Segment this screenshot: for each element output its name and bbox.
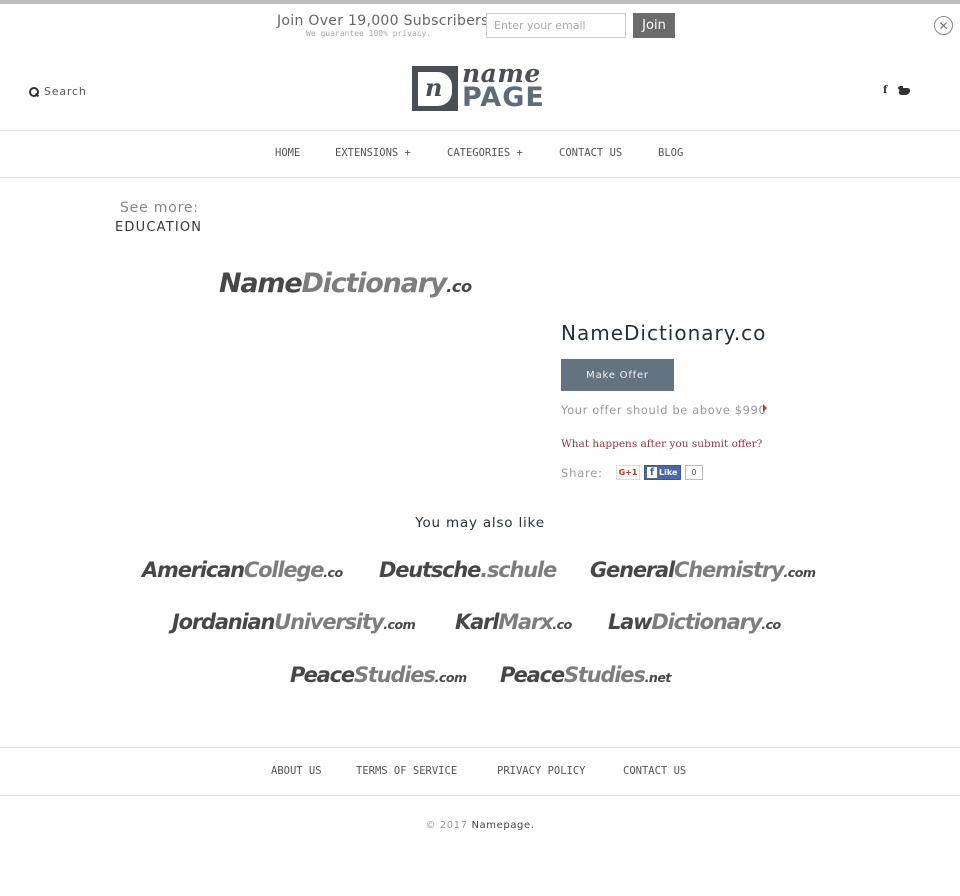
search-link[interactable]: Search (29, 85, 87, 98)
nav-blog[interactable]: BLOG (658, 147, 683, 159)
nav-home[interactable]: HOME (275, 147, 300, 159)
logo-letter: n (425, 73, 443, 102)
offer-help-link[interactable]: What happens after you submit offer? (561, 438, 762, 450)
related-domain[interactable]: LawDictionary.co (608, 612, 781, 633)
related-domain[interactable]: PeaceStudies.net (500, 665, 671, 686)
subscribe-bar: Join Over 19,000 Subscribers We guarante… (0, 12, 960, 42)
join-button[interactable]: Join (633, 13, 675, 38)
related-domain[interactable]: GeneralChemistry.com (590, 560, 816, 581)
copyright-brand-link[interactable]: Namepage. (471, 820, 534, 831)
related-title: You may also like (415, 515, 545, 531)
search-label: Search (44, 85, 87, 98)
search-icon (29, 86, 39, 97)
nav-categories[interactable]: CATEGORIES + (447, 147, 523, 159)
footer-contact-us[interactable]: CONTACT US (623, 765, 686, 777)
related-domain[interactable]: JordanianUniversity.com (172, 612, 416, 633)
footer-about-us[interactable]: ABOUT US (271, 765, 322, 777)
google-plus-button[interactable]: G+1 (616, 465, 640, 480)
footer-privacy-policy[interactable]: PRIVACY POLICY (497, 765, 586, 777)
copyright-text: © 2017 (425, 820, 468, 831)
offer-note: Your offer should be above $990 (561, 403, 767, 417)
related-domain[interactable]: AmericanCollege.co (142, 560, 343, 581)
subscribe-title: Join Over 19,000 Subscribers (277, 13, 489, 29)
make-offer-button[interactable]: Make Offer (561, 359, 674, 391)
domain-title: NameDictionary.co (561, 321, 767, 345)
see-more-label: See more: (120, 200, 199, 216)
footer-terms-of-service[interactable]: TERMS OF SERVICE (356, 765, 457, 777)
nav-extensions[interactable]: EXTENSIONS + (335, 147, 411, 159)
like-label: Like (659, 468, 678, 477)
related-domain[interactable]: Deutsche.schule (379, 560, 557, 581)
category-link[interactable]: EDUCATION (115, 220, 202, 235)
facebook-like-button[interactable]: f Like (644, 465, 681, 480)
top-border (0, 0, 960, 4)
site-logo[interactable]: n name PAGE (412, 59, 548, 113)
nav-contact-us[interactable]: CONTACT US (559, 147, 622, 159)
main-nav: HOME EXTENSIONS + CATEGORIES + CONTACT U… (0, 130, 960, 178)
related-domain[interactable]: PeaceStudies.com (290, 665, 467, 686)
email-input[interactable] (486, 13, 626, 38)
related-domain[interactable]: KarlMarx.co (455, 612, 572, 633)
logo-page-text: PAGE (462, 82, 545, 113)
like-count: 0 (685, 465, 703, 480)
social-links: f (883, 85, 911, 96)
share-label: Share: (561, 466, 603, 480)
footer-nav: ABOUT US TERMS OF SERVICE PRIVACY POLICY… (0, 747, 960, 796)
copyright: © 2017 Namepage. (0, 820, 960, 831)
privacy-note: We guarantee 100% privacy. (306, 29, 432, 38)
twitter-icon[interactable] (898, 85, 911, 96)
logo-mark: n (412, 66, 458, 111)
facebook-icon: f (647, 467, 657, 478)
caret-right-icon (763, 404, 767, 412)
domain-logo: NameDictionary.co (219, 268, 472, 299)
close-icon[interactable]: ✕ (934, 16, 953, 35)
facebook-icon[interactable]: f (883, 85, 887, 96)
